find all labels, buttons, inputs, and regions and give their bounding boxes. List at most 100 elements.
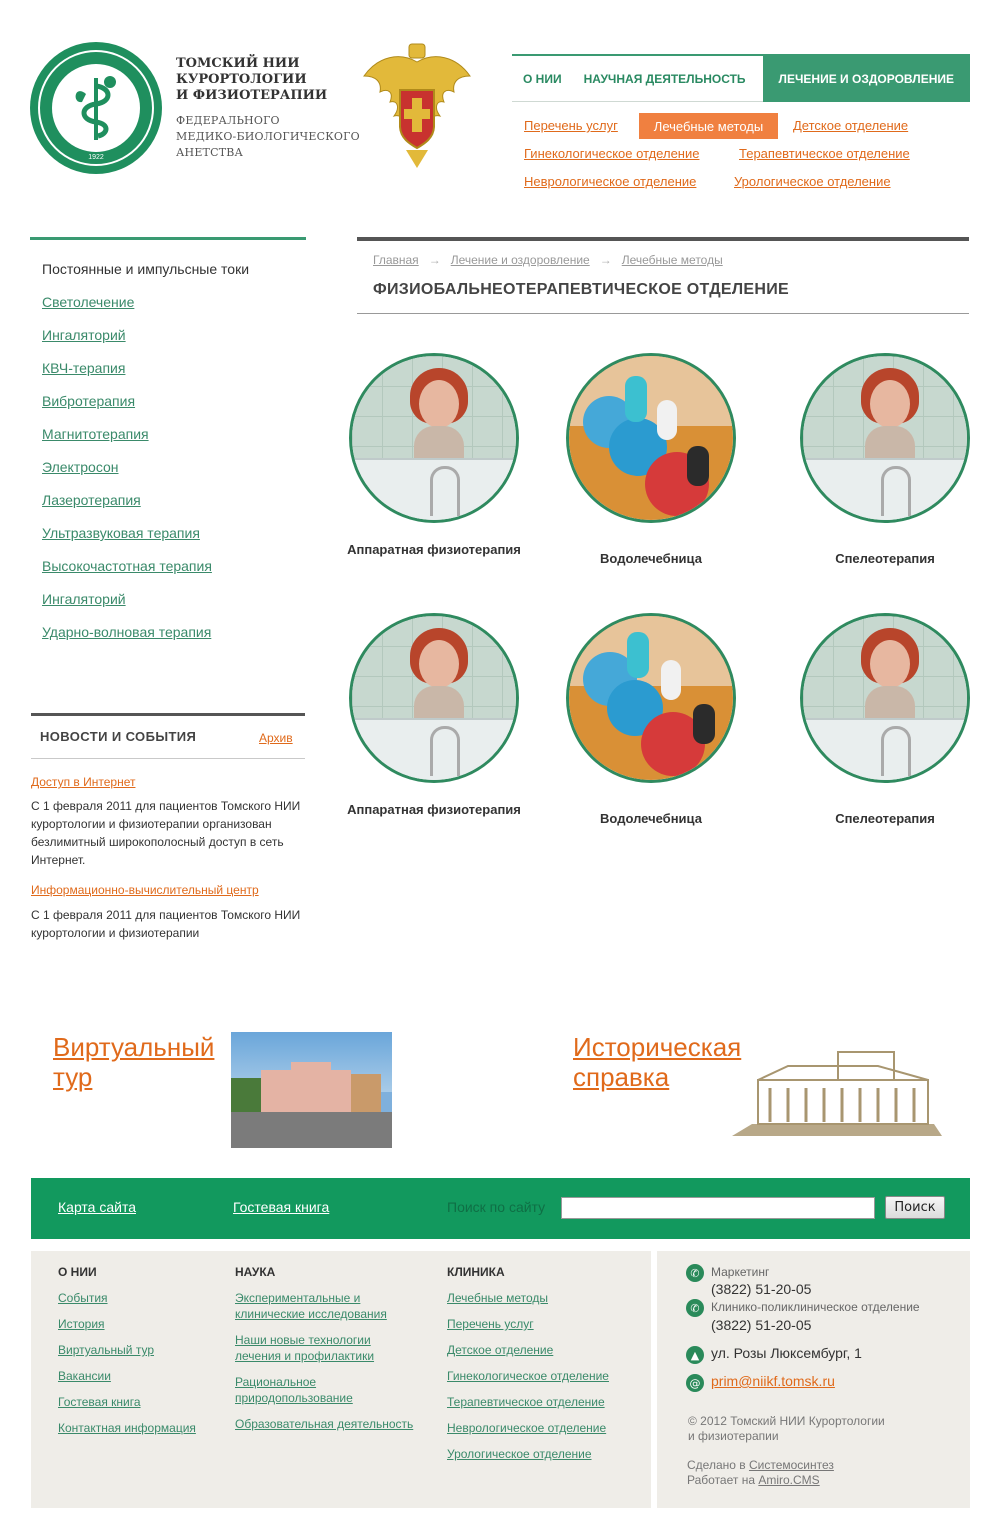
sitemap-link[interactable]: Карта сайта xyxy=(58,1199,136,1215)
subnav-children[interactable]: Детское отделение xyxy=(793,118,908,133)
tile-label[interactable]: Водолечебница xyxy=(551,550,751,568)
sidebar-menu: Постоянные и импульсные токи Светолечени… xyxy=(42,260,249,656)
news-separator xyxy=(31,758,305,759)
footer-link[interactable]: Урологическое отделение xyxy=(447,1446,592,1462)
tile-photo-bath[interactable] xyxy=(800,613,970,783)
footer-link[interactable]: Перечень услуг xyxy=(447,1316,534,1332)
subnav-services[interactable]: Перечень услуг xyxy=(524,118,618,133)
sidebar-item[interactable]: Высокочастотная терапия xyxy=(42,558,212,574)
org-title: ТОМСКИЙ НИИ КУРОРТОЛОГИИ И ФИЗИОТЕРАПИИ xyxy=(176,56,328,103)
subnav-gynecology[interactable]: Гинекологическое отделение xyxy=(524,146,699,161)
subnav-methods-active[interactable]: Лечебные методы xyxy=(639,113,778,139)
nav-about[interactable]: О НИИ xyxy=(512,56,573,102)
footer-bar: Карта сайта Гостевая книга Поиск по сайт… xyxy=(31,1178,970,1239)
breadcrumb: Главная → Лечение и оздоровление → Лечеб… xyxy=(373,253,723,267)
tile-photo-fitball[interactable] xyxy=(566,613,736,783)
subnav-urology[interactable]: Урологическое отделение xyxy=(734,174,891,189)
sidebar-item[interactable]: Магнитотерапия xyxy=(42,426,149,442)
breadcrumb-home[interactable]: Главная xyxy=(373,253,419,267)
sidebar-item[interactable]: Ингаляторий xyxy=(42,327,126,343)
tile-photo-fitball[interactable] xyxy=(566,353,736,523)
phone-icon: ✆ xyxy=(686,1264,704,1282)
content-divider xyxy=(357,237,969,241)
footer-col-clinic-title: КЛИНИКА xyxy=(447,1265,505,1279)
marketing-label: Маркетинг xyxy=(711,1265,770,1279)
sidebar-item[interactable]: Лазеротерапия xyxy=(42,492,141,508)
footer-col-about-title: О НИИ xyxy=(58,1265,97,1279)
footer-link[interactable]: Гинекологическое отделение xyxy=(447,1368,609,1384)
clinic-phone: (3822) 51-20-05 xyxy=(711,1317,812,1333)
institute-logo[interactable]: 1922 xyxy=(30,42,162,174)
footer-link[interactable]: Детское отделение xyxy=(447,1342,553,1358)
tile-apparatus[interactable]: Аппаратная физиотерапия xyxy=(334,613,534,819)
tile-hydro[interactable]: Водолечебница xyxy=(551,613,751,828)
tile-label[interactable]: Спелеотерапия xyxy=(785,550,985,568)
search-label: Поиск по сайту xyxy=(447,1199,546,1215)
search-input[interactable] xyxy=(561,1197,875,1219)
caduceus-icon xyxy=(75,76,116,140)
marketing-phone: (3822) 51-20-05 xyxy=(711,1281,812,1297)
arrow-right-icon: → xyxy=(599,253,612,267)
sidebar-item[interactable]: Ингаляторий xyxy=(42,591,126,607)
tile-speleo[interactable]: Спелеотерапия xyxy=(785,613,985,828)
footer-link[interactable]: Терапевтическое отделение xyxy=(447,1394,605,1410)
breadcrumb-treatment[interactable]: Лечение и оздоровление xyxy=(451,253,590,267)
news-item-link[interactable]: Доступ в Интернет xyxy=(31,775,135,789)
email-link[interactable]: prim@niikf.tomsk.ru xyxy=(711,1373,835,1389)
tile-photo-bath[interactable] xyxy=(800,353,970,523)
footer-link[interactable]: Наши новые технологии лечения и профилак… xyxy=(235,1332,405,1364)
news-item-text: С 1 февраля 2011 для пациентов Томского … xyxy=(31,908,301,940)
tile-label[interactable]: Аппаратная физиотерапия xyxy=(334,541,534,559)
search-button[interactable]: Поиск xyxy=(885,1196,945,1219)
historical-building-icon[interactable] xyxy=(728,1046,946,1138)
history-link[interactable]: Историческая справка xyxy=(573,1032,753,1092)
coat-of-arms-icon xyxy=(363,43,471,168)
cms-link[interactable]: Amiro.CMS xyxy=(758,1473,819,1487)
sidebar-item[interactable]: Вибротерапия xyxy=(42,393,135,409)
virtual-tour-photo[interactable] xyxy=(231,1032,392,1148)
sidebar-item[interactable]: Светолечение xyxy=(42,294,134,310)
tile-speleo[interactable]: Спелеотерапия xyxy=(785,353,985,568)
footer-link[interactable]: Лечебные методы xyxy=(447,1290,548,1306)
developer-link[interactable]: Системосинтез xyxy=(749,1458,834,1472)
footer-link[interactable]: Рациональное природопользование xyxy=(235,1374,385,1406)
sidebar-item[interactable]: Ультразвуковая терапия xyxy=(42,525,200,541)
arrow-right-icon: → xyxy=(428,253,441,267)
nav-treatment[interactable]: ЛЕЧЕНИЕ И ОЗДОРОВЛЕНИЕ xyxy=(762,56,970,102)
tile-photo-bath[interactable] xyxy=(349,613,519,783)
tile-label[interactable]: Аппаратная физиотерапия xyxy=(334,801,534,819)
nav-science[interactable]: НАУЧНАЯ ДЕЯТЕЛЬНОСТЬ xyxy=(573,56,757,102)
tile-label[interactable]: Водолечебница xyxy=(551,810,751,828)
made-by: Сделано в Системосинтез xyxy=(687,1458,834,1472)
email-icon: @ xyxy=(686,1374,704,1392)
footer-link[interactable]: История xyxy=(58,1316,105,1332)
tile-label[interactable]: Спелеотерапия xyxy=(785,810,985,828)
news-archive-link[interactable]: Архив xyxy=(259,731,293,745)
seal-year: 1922 xyxy=(88,154,104,161)
footer-link[interactable]: Вакансии xyxy=(58,1368,111,1384)
sidebar-item[interactable]: Электросон xyxy=(42,459,119,475)
footer-link[interactable]: Контактная информация xyxy=(58,1420,196,1436)
news-item-link[interactable]: Информационно-вычислительный центр xyxy=(31,883,259,897)
sidebar-item[interactable]: Ударно-волновая терапия xyxy=(42,624,211,640)
subnav-neurology[interactable]: Неврологическое отделение xyxy=(524,174,696,189)
footer-col-science-title: НАУКА xyxy=(235,1265,276,1279)
footer-link[interactable]: События xyxy=(58,1290,108,1306)
footer-link[interactable]: Неврологическое отделение xyxy=(447,1420,606,1436)
footer-link[interactable]: Виртуальный тур xyxy=(58,1342,154,1358)
guestbook-link[interactable]: Гостевая книга xyxy=(233,1199,329,1215)
location-icon: ▲ xyxy=(686,1346,704,1364)
powered-by: Работает на Amiro.CMS xyxy=(687,1473,820,1487)
tile-apparatus[interactable]: Аппаратная физиотерапия xyxy=(334,353,534,559)
tile-photo-bath[interactable] xyxy=(349,353,519,523)
subnav-therapy[interactable]: Терапевтическое отделение xyxy=(739,146,910,161)
tile-hydro[interactable]: Водолечебница xyxy=(551,353,751,568)
virtual-tour-link[interactable]: Виртуальный тур xyxy=(53,1032,223,1092)
footer-link[interactable]: Экспериментальные и клинические исследов… xyxy=(235,1290,405,1322)
title-separator xyxy=(357,313,969,314)
sidebar-item[interactable]: КВЧ-терапия xyxy=(42,360,125,376)
footer-link[interactable]: Гостевая книга xyxy=(58,1394,141,1410)
breadcrumb-methods[interactable]: Лечебные методы xyxy=(622,253,723,267)
footer-link[interactable]: Образовательная деятельность xyxy=(235,1416,435,1432)
sidebar-item-current[interactable]: Постоянные и импульсные токи xyxy=(42,260,249,293)
